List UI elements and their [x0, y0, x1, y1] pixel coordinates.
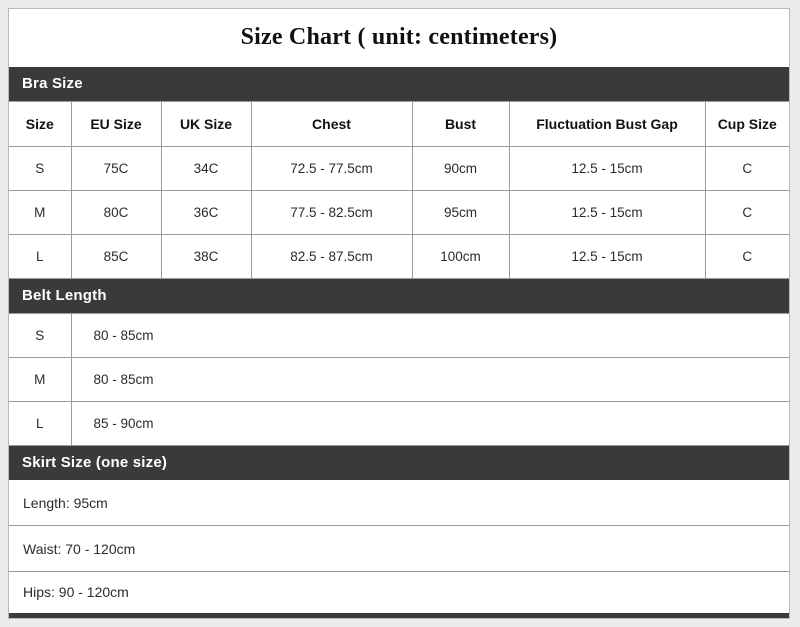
list-item: Hips: 90 - 120cm — [23, 584, 129, 600]
table-header-row: Size EU Size UK Size Chest Bust Fluctuat… — [9, 101, 789, 147]
cell-fluctuation-bust-gap: 12.5 - 15cm — [508, 146, 706, 191]
column-header-eu-size: EU Size — [70, 101, 162, 147]
bra-size-table: Size EU Size UK Size Chest Bust Fluctuat… — [9, 101, 789, 279]
cell-size: M — [9, 190, 72, 235]
section-header-skirt-size: Skirt Size (one size) — [9, 446, 789, 480]
page-title: Size Chart ( unit: centimeters) — [9, 9, 789, 67]
cell-cup-size: C — [704, 146, 789, 191]
column-header-cup-size: Cup Size — [704, 101, 789, 147]
cell-uk-size: 36C — [160, 190, 252, 235]
column-header-fluctuation-bust-gap: Fluctuation Bust Gap — [508, 101, 706, 147]
table-row: S 75C 34C 72.5 - 77.5cm 90cm 12.5 - 15cm… — [9, 146, 789, 191]
cell-chest: 72.5 - 77.5cm — [250, 146, 413, 191]
table-row: S 80 - 85cm — [9, 313, 789, 358]
column-header-bust: Bust — [411, 101, 510, 147]
list-item: Length: 95cm — [9, 480, 789, 526]
cell-cup-size: C — [704, 190, 789, 235]
cell-belt-length: 85 - 90cm — [70, 401, 789, 446]
cell-uk-size: 38C — [160, 234, 252, 279]
table-row: M 80C 36C 77.5 - 82.5cm 95cm 12.5 - 15cm… — [9, 190, 789, 235]
cell-size: L — [9, 401, 72, 446]
cell-size: M — [9, 357, 72, 402]
cell-belt-length: 80 - 85cm — [70, 313, 789, 358]
section-header-footer — [9, 613, 789, 618]
section-header-bra-size: Bra Size — [9, 67, 789, 101]
cell-bust: 95cm — [411, 190, 510, 235]
column-header-uk-size: UK Size — [160, 101, 252, 147]
table-row: L 85C 38C 82.5 - 87.5cm 100cm 12.5 - 15c… — [9, 234, 789, 279]
column-header-chest: Chest — [250, 101, 413, 147]
cell-eu-size: 85C — [70, 234, 162, 279]
table-row: L 85 - 90cm — [9, 401, 789, 446]
cell-eu-size: 75C — [70, 146, 162, 191]
cell-uk-size: 34C — [160, 146, 252, 191]
cell-chest: 82.5 - 87.5cm — [250, 234, 413, 279]
cell-bust: 90cm — [411, 146, 510, 191]
cell-belt-length: 80 - 85cm — [70, 357, 789, 402]
cell-fluctuation-bust-gap: 12.5 - 15cm — [508, 234, 706, 279]
list-item: Waist: 70 - 120cm — [9, 526, 789, 572]
belt-length-table: S 80 - 85cm M 80 - 85cm L 85 - 90cm — [9, 313, 789, 446]
cell-size: L — [9, 234, 72, 279]
cell-size: S — [9, 313, 72, 358]
cell-chest: 77.5 - 82.5cm — [250, 190, 413, 235]
column-header-size: Size — [9, 101, 72, 147]
cell-cup-size: C — [704, 234, 789, 279]
cell-eu-size: 80C — [70, 190, 162, 235]
table-row: M 80 - 85cm — [9, 357, 789, 402]
cell-fluctuation-bust-gap: 12.5 - 15cm — [508, 190, 706, 235]
section-header-belt-length: Belt Length — [9, 279, 789, 313]
size-chart-container: Size Chart ( unit: centimeters) Bra Size… — [8, 8, 790, 619]
cell-bust: 100cm — [411, 234, 510, 279]
cell-size: S — [9, 146, 72, 191]
